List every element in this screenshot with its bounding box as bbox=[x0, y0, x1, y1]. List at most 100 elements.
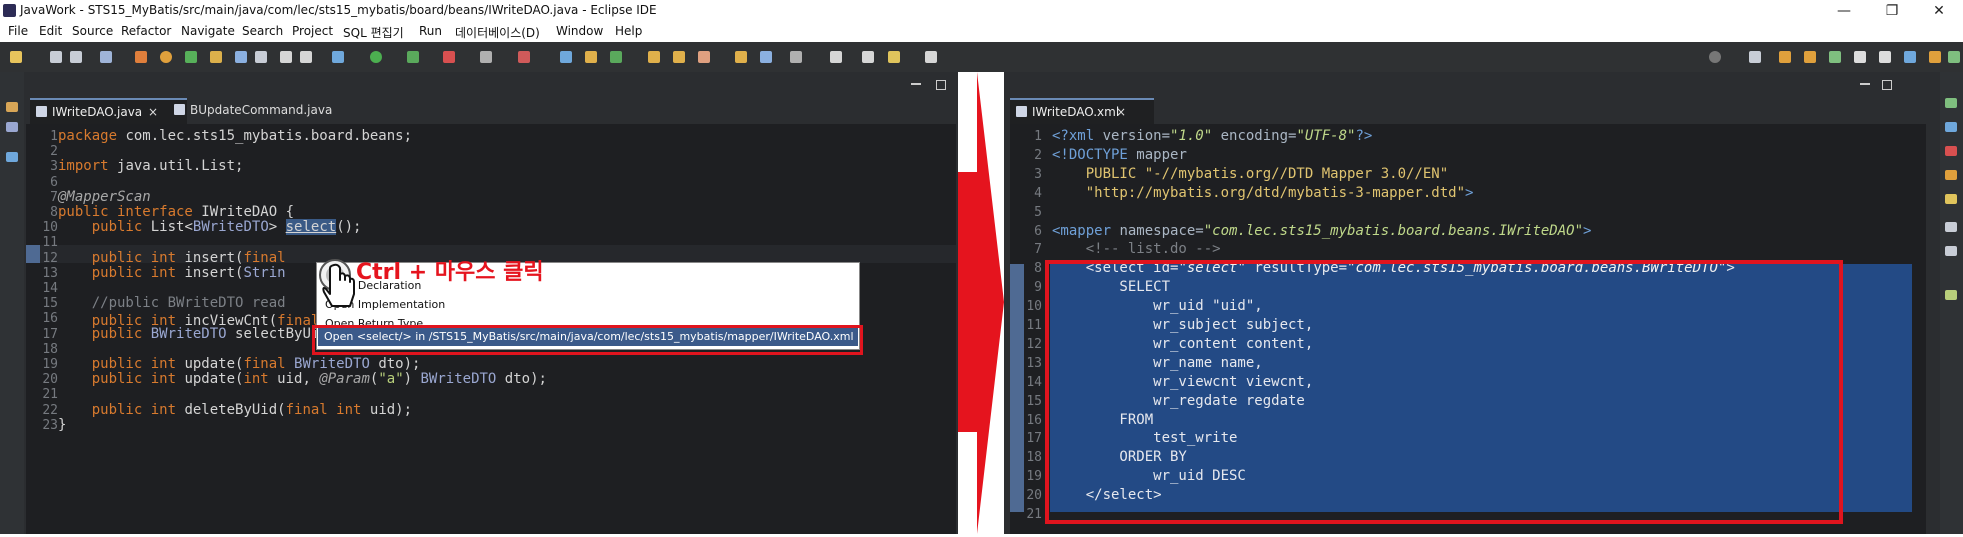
close-button[interactable]: ✕ bbox=[1917, 0, 1961, 22]
code-token: //public BWriteDTO read bbox=[58, 295, 286, 312]
menu-edit[interactable]: Edit bbox=[39, 24, 62, 38]
line-number: 1 bbox=[1034, 129, 1042, 144]
line-number: 1 bbox=[50, 129, 58, 144]
menu-file[interactable]: File bbox=[8, 24, 28, 38]
line-number: 11 bbox=[42, 235, 58, 251]
globe-icon[interactable] bbox=[760, 51, 772, 63]
stop-icon[interactable] bbox=[480, 51, 492, 63]
open-perspective-icon[interactable] bbox=[1749, 51, 1761, 63]
line-number: 16 bbox=[1026, 412, 1042, 428]
forward-icon[interactable] bbox=[925, 51, 937, 63]
code-token: ) bbox=[403, 371, 421, 388]
new-java-project-icon[interactable] bbox=[560, 51, 572, 63]
skip-breakpoints-icon[interactable] bbox=[160, 51, 172, 63]
open-type-icon[interactable] bbox=[185, 51, 197, 63]
team-perspective-icon[interactable] bbox=[1879, 51, 1891, 63]
save-all-icon[interactable] bbox=[70, 51, 82, 63]
maximize-view-icon[interactable] bbox=[1882, 80, 1892, 90]
problems-icon[interactable] bbox=[1945, 146, 1957, 156]
new-icon[interactable] bbox=[10, 51, 22, 63]
menu-source[interactable]: Source bbox=[72, 24, 113, 38]
code-token: final bbox=[243, 356, 295, 372]
open-folder-icon[interactable] bbox=[648, 51, 660, 63]
tab-iwritedao-xml[interactable]: IWriteDAO.xml × bbox=[1010, 98, 1154, 124]
menu-database[interactable]: 데이터베이스(D) bbox=[455, 24, 540, 41]
coverage-icon[interactable] bbox=[407, 51, 419, 63]
package-explorer-icon[interactable] bbox=[6, 102, 18, 112]
line-number: 18 bbox=[1026, 450, 1042, 466]
maximize-button[interactable]: ❐ bbox=[1870, 0, 1914, 22]
previous-annotation-icon[interactable] bbox=[862, 51, 874, 63]
search-file-icon[interactable] bbox=[235, 51, 247, 63]
menu-search[interactable]: Search bbox=[242, 24, 283, 38]
line-number: 17 bbox=[42, 326, 58, 342]
menu-sql-editor[interactable]: SQL 편집기 bbox=[343, 24, 404, 41]
minimize-button[interactable]: — bbox=[1822, 0, 1866, 22]
toggle-mark-icon[interactable] bbox=[255, 51, 267, 63]
outline-view-icon[interactable] bbox=[1945, 122, 1957, 132]
code-token: "http://mybatis.org/dtd/mybatis-3-mapper… bbox=[1052, 184, 1466, 201]
debug-settings-icon[interactable] bbox=[135, 51, 147, 63]
back-icon[interactable] bbox=[888, 51, 900, 63]
eclipse-app-icon bbox=[3, 4, 16, 17]
code-text: } bbox=[58, 417, 66, 433]
block-select-icon[interactable] bbox=[300, 51, 312, 63]
git-perspective-icon[interactable] bbox=[1854, 51, 1866, 63]
save-icon[interactable] bbox=[50, 51, 62, 63]
code-token: dto); bbox=[378, 356, 421, 372]
code-token: List< bbox=[150, 219, 193, 236]
menu-window[interactable]: Window bbox=[556, 24, 603, 38]
next-annotation-icon[interactable] bbox=[830, 51, 842, 63]
console-icon[interactable] bbox=[1945, 170, 1957, 180]
java-ee-perspective-icon[interactable] bbox=[1779, 51, 1791, 63]
debug-perspective-icon[interactable] bbox=[1929, 51, 1941, 63]
outline-icon[interactable] bbox=[6, 122, 18, 132]
close-tab-icon[interactable]: × bbox=[148, 100, 158, 124]
search-icon[interactable] bbox=[1709, 51, 1721, 63]
tab-bupdatecommand-java[interactable]: BUpdateCommand.java bbox=[168, 98, 340, 122]
code-token: > bbox=[268, 219, 286, 236]
menu-run[interactable]: Run bbox=[419, 24, 442, 38]
task-list-icon[interactable] bbox=[1945, 98, 1957, 108]
debug-icon[interactable] bbox=[332, 51, 344, 63]
open-task-folder-icon[interactable] bbox=[735, 51, 747, 63]
spring-perspective-icon[interactable] bbox=[1829, 51, 1841, 63]
minimize-view-icon[interactable] bbox=[911, 83, 921, 85]
server-icon[interactable] bbox=[518, 51, 530, 63]
external-tools-icon[interactable] bbox=[443, 51, 455, 63]
open-task-icon[interactable] bbox=[210, 51, 222, 63]
menu-help[interactable]: Help bbox=[615, 24, 642, 38]
new-package-icon[interactable] bbox=[585, 51, 597, 63]
ctrl-click-annotation: Ctrl + 마우스 클릭 bbox=[356, 260, 544, 285]
left-editor-tabs: IWriteDAO.java × BUpdateCommand.java bbox=[26, 98, 956, 124]
tab-iwritedao-java[interactable]: IWriteDAO.java × bbox=[30, 98, 187, 124]
menu-navigate[interactable]: Navigate bbox=[181, 24, 235, 38]
close-tab-icon[interactable]: × bbox=[1116, 100, 1126, 124]
edit-icon[interactable] bbox=[698, 51, 710, 63]
code-token: deleteByUid( bbox=[184, 401, 286, 418]
code-token: uid); bbox=[369, 401, 413, 418]
annotation-icon[interactable] bbox=[790, 51, 802, 63]
menu-refactor[interactable]: Refactor bbox=[121, 24, 171, 38]
minimize-view-icon[interactable] bbox=[1860, 83, 1870, 85]
boot-dashboard-icon[interactable] bbox=[1945, 290, 1957, 300]
code-token: public int bbox=[91, 264, 185, 281]
line-number: 20 bbox=[1026, 488, 1042, 504]
terminal-icon[interactable] bbox=[100, 51, 112, 63]
run-icon[interactable] bbox=[370, 51, 382, 63]
web-perspective-icon[interactable] bbox=[1948, 51, 1960, 63]
progress-icon[interactable] bbox=[1945, 222, 1957, 232]
maximize-view-icon[interactable] bbox=[936, 80, 946, 90]
markers-icon[interactable] bbox=[1945, 194, 1957, 204]
new-class-icon[interactable] bbox=[610, 51, 622, 63]
java-perspective-icon[interactable] bbox=[1804, 51, 1816, 63]
code-token: update( bbox=[184, 356, 244, 372]
search-view-icon[interactable] bbox=[1945, 246, 1957, 256]
database-perspective-icon[interactable] bbox=[1904, 51, 1916, 63]
servers-icon[interactable] bbox=[6, 152, 18, 162]
line-number: 13 bbox=[1026, 355, 1042, 371]
menu-project[interactable]: Project bbox=[292, 24, 333, 38]
show-whitespace-icon[interactable] bbox=[280, 51, 292, 63]
open-file-icon[interactable] bbox=[673, 51, 685, 63]
